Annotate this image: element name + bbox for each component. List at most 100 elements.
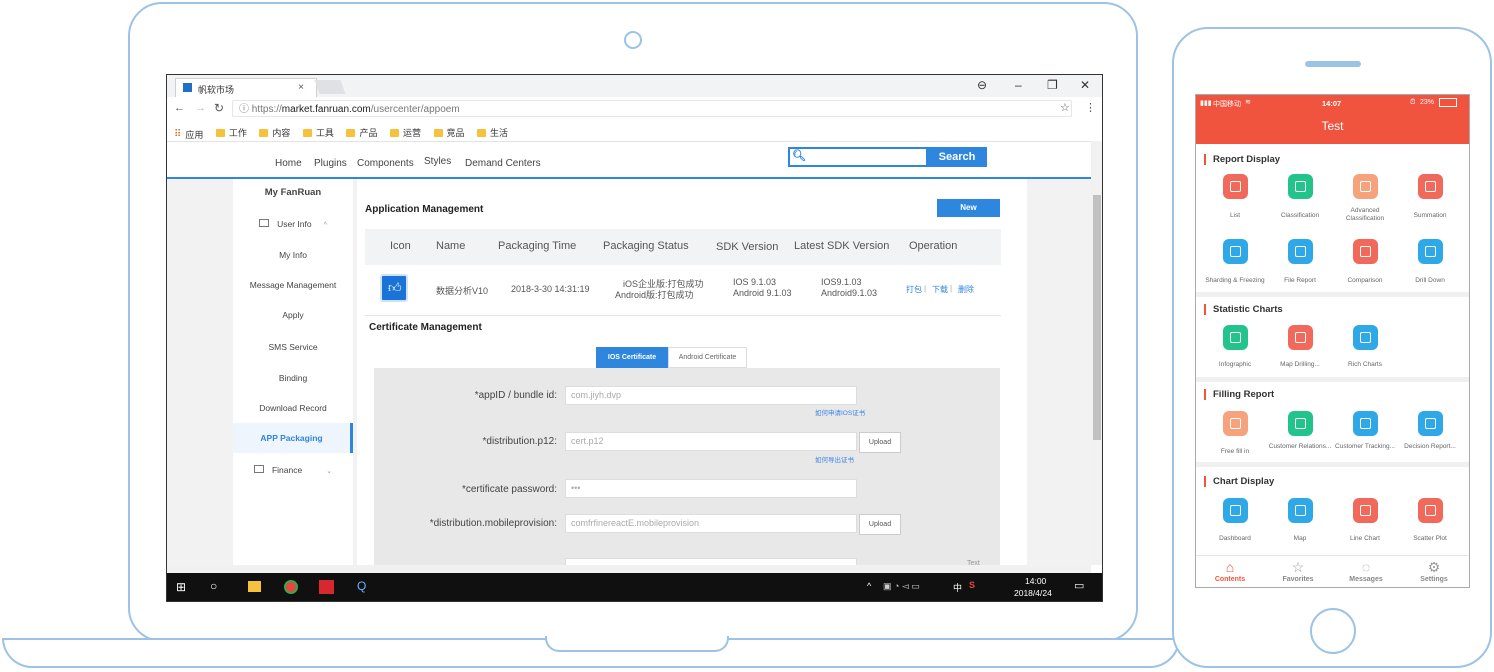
bookmarks-bar: ⠿ 应用 工作 内容 工具 产品 运营 竞品 生活 <box>167 121 1102 142</box>
bookmark-folder[interactable]: 运营 <box>389 126 421 139</box>
drill-down-icon[interactable] <box>1418 239 1443 264</box>
windows-start-icon[interactable]: ⊞ <box>176 580 186 594</box>
sidebar-item-finance[interactable]: Finance ⌄ <box>233 465 353 475</box>
tab-android-certificate[interactable]: Android Certificate <box>668 347 747 368</box>
infographic-icon[interactable] <box>1223 325 1248 350</box>
message-icon[interactable]: ◌ <box>1332 559 1400 575</box>
sidebar-item-user-info[interactable]: User Info ^ <box>233 219 353 229</box>
home-icon[interactable]: ⌂ <box>1196 559 1264 575</box>
vertical-scrollbar-thumb[interactable] <box>1093 195 1101 440</box>
customer-tracking-icon[interactable] <box>1353 411 1378 436</box>
tab-ios-certificate[interactable]: IOS Certificate <box>596 347 668 368</box>
nav-styles[interactable]: Styles <box>424 156 451 167</box>
nav-demand-centers[interactable]: Demand Centers <box>465 158 541 169</box>
bookmark-folder[interactable]: 内容 <box>259 126 290 139</box>
sharding-freezing-icon[interactable] <box>1223 239 1248 264</box>
appid-label: *appID / bundle id: <box>474 390 557 401</box>
dashboard-icon[interactable] <box>1223 498 1248 523</box>
settings-icon[interactable]: ⚙︎ <box>1400 559 1468 576</box>
p12-input[interactable]: cert.p12 <box>565 432 857 451</box>
sogou-icon[interactable]: S <box>969 580 975 590</box>
bookmark-folder[interactable]: 工具 <box>302 126 334 139</box>
tray-chevron-icon[interactable]: ^ <box>867 581 871 591</box>
p12-help-link[interactable]: 如何导出证书 <box>815 454 854 464</box>
op-delete-link[interactable]: 删除 <box>958 284 974 295</box>
upload-mobileprovision-button[interactable]: Upload <box>859 514 901 535</box>
app-red-icon[interactable] <box>319 580 334 594</box>
star-icon[interactable]: ☆ <box>1264 559 1332 576</box>
op-pack-link[interactable]: 打包 <box>906 284 922 295</box>
tray-icons[interactable]: ▣ ◔ ◅ ▭ <box>883 581 920 592</box>
bookmark-folder[interactable]: 产品 <box>346 126 377 139</box>
menu-icon[interactable]: ⋮ <box>1085 101 1096 114</box>
file-explorer-icon[interactable] <box>248 581 261 592</box>
sidebar-item-download-record[interactable]: Download Record <box>233 403 353 413</box>
horizontal-scrollbar[interactable] <box>167 565 1091 573</box>
op-download-link[interactable]: 下载 <box>932 284 948 295</box>
laptop-notch <box>545 636 729 652</box>
url-prefix: https:// <box>251 104 282 115</box>
browser-tab[interactable]: 帆软市场 × <box>175 78 317 98</box>
cortana-icon[interactable]: ○ <box>210 579 217 593</box>
account-icon[interactable]: ⊖ <box>977 78 987 92</box>
phone-home-button[interactable] <box>1310 608 1356 654</box>
classification-icon[interactable] <box>1288 174 1313 199</box>
comparison-icon[interactable] <box>1353 239 1378 264</box>
sidebar-item-apply[interactable]: Apply <box>233 310 353 320</box>
forward-icon[interactable]: → <box>195 102 206 114</box>
ime-indicator[interactable]: 中 <box>953 581 962 594</box>
minimize-icon[interactable]: – <box>1015 78 1022 92</box>
sidebar-item-app-packaging[interactable]: APP Packaging <box>233 423 353 453</box>
list-icon[interactable] <box>1223 174 1248 199</box>
bookmark-folder[interactable]: 生活 <box>477 126 508 139</box>
map-drilling-icon[interactable] <box>1288 325 1313 350</box>
url-field[interactable]: ⓘ https://market.fanruan.com/usercenter/… <box>232 100 1072 117</box>
restore-icon[interactable]: ❐ <box>1047 78 1058 92</box>
tab-favorites[interactable]: Favorites <box>1264 576 1332 583</box>
tab-contents[interactable]: Contents <box>1196 576 1264 583</box>
tab-settings[interactable]: Settings <box>1400 576 1468 583</box>
next-input-partial[interactable] <box>565 558 857 565</box>
line-chart-icon[interactable] <box>1353 498 1378 523</box>
clock-time[interactable]: 14:00 <box>1025 576 1046 586</box>
sidebar-item-binding[interactable]: Binding <box>233 373 353 383</box>
new-button[interactable]: New <box>937 199 1000 217</box>
clock-date[interactable]: 2018/4/24 <box>1014 588 1052 598</box>
nav-plugins[interactable]: Plugins <box>314 158 347 169</box>
nav-home[interactable]: Home <box>275 158 302 169</box>
back-icon[interactable]: ← <box>174 102 185 114</box>
sidebar-item-message-management[interactable]: Message Management <box>233 280 353 290</box>
tab-messages[interactable]: Messages <box>1332 576 1400 583</box>
map-icon[interactable] <box>1288 498 1313 523</box>
free-fill-in-icon[interactable] <box>1223 411 1248 436</box>
appid-help-link[interactable]: 如何申请IOS证书 <box>815 407 865 417</box>
customer-relations-icon[interactable] <box>1288 411 1313 436</box>
sidebar-item-my-info[interactable]: My Info <box>233 250 353 260</box>
search-app-icon[interactable]: Q <box>357 579 366 593</box>
scatter-plot-icon[interactable] <box>1418 498 1443 523</box>
mobileprovision-input[interactable]: comfrfinereactE.mobileprovision <box>565 514 857 533</box>
close-window-icon[interactable]: ✕ <box>1080 78 1090 92</box>
sidebar-item-sms-service[interactable]: SMS Service <box>233 342 353 352</box>
upload-p12-button[interactable]: Upload <box>859 432 901 453</box>
tab-close-icon[interactable]: × <box>298 82 304 93</box>
nav-components[interactable]: Components <box>357 158 414 169</box>
bookmark-folder[interactable]: 竞品 <box>433 126 465 139</box>
summation-icon[interactable] <box>1418 174 1443 199</box>
advanced-classification-icon[interactable] <box>1353 174 1378 199</box>
password-input[interactable]: ••• <box>565 479 857 498</box>
appid-input[interactable]: com.jiyh.dvp <box>565 386 857 405</box>
search-input[interactable]: 🔍︎ <box>788 147 928 167</box>
bookmark-folder[interactable]: 工作 <box>215 126 247 139</box>
search-button[interactable]: Search <box>927 147 987 167</box>
folder-icon <box>433 128 443 137</box>
file-report-icon[interactable] <box>1288 239 1313 264</box>
decision-report-icon[interactable] <box>1418 411 1443 436</box>
new-tab-button[interactable] <box>314 80 346 94</box>
bookmark-star-icon[interactable]: ☆ <box>1060 101 1070 114</box>
rich-charts-icon[interactable] <box>1353 325 1378 350</box>
chrome-icon[interactable] <box>284 580 298 594</box>
bookmark-apps[interactable]: ⠿ 应用 <box>174 128 203 141</box>
notification-icon[interactable]: ▭ <box>1074 579 1084 592</box>
reload-icon[interactable]: ↻ <box>214 101 224 115</box>
